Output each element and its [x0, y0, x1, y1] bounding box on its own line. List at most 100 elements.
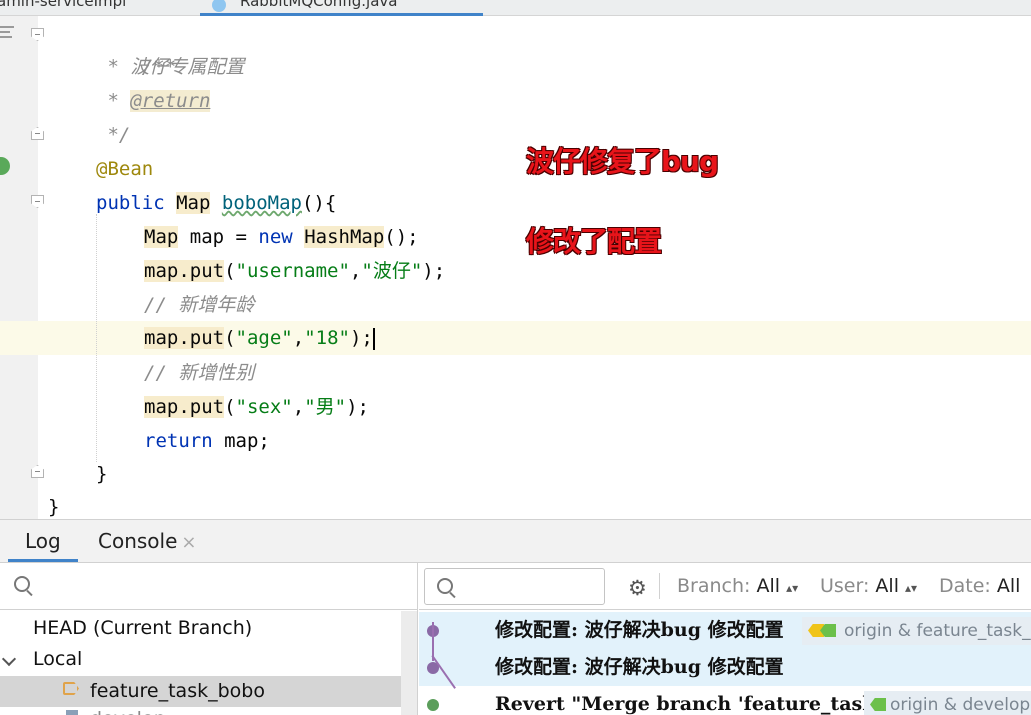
tool-window-tabs: Log Console ×	[0, 519, 1031, 563]
chevron-down-icon[interactable]	[1, 651, 17, 667]
code-editor[interactable]: /** * 波仔专属配置 * @return */ @Bean public M…	[0, 16, 1031, 519]
branches-panel: HEAD (Current Branch) Local feature_task…	[0, 563, 418, 715]
doc-comment-text: 波仔专属配置	[130, 56, 245, 78]
annotation: @Bean	[96, 158, 154, 180]
code-line: // 新增年龄	[144, 288, 254, 322]
code-line: */	[96, 118, 130, 152]
ref-text: origin & feature_task_bobo	[844, 621, 1031, 641]
filter-value: All	[756, 575, 781, 597]
overlay-note: 修改了配置	[526, 225, 662, 258]
code-line: public Map boboMap(){	[96, 186, 336, 220]
tab-service-impl[interactable]: amin-serviceImpl	[0, 0, 126, 14]
date-filter[interactable]: Date: All	[939, 563, 1020, 610]
gear-icon[interactable]: ⚙	[628, 576, 647, 600]
line-comment: // 新增年龄	[144, 294, 255, 316]
branch-search-input[interactable]	[0, 563, 417, 610]
method-call: map.put	[144, 260, 225, 282]
commit-message: 修改配置: 波仔解决bug 修改配置	[495, 619, 784, 641]
keyword: return	[144, 430, 213, 452]
string-literal: "sex"	[235, 396, 293, 418]
code-text: map;	[212, 430, 270, 452]
sort-arrows-icon: ▴▾	[786, 581, 799, 595]
code-line: map.put("sex","男");	[144, 390, 369, 424]
branch-group-local[interactable]: Local	[33, 644, 82, 675]
branch-item[interactable]: develop	[90, 704, 166, 715]
branch-filter[interactable]: Branch: All ▴▾	[677, 563, 798, 612]
search-icon	[437, 578, 453, 594]
line-comment: // 新增性别	[144, 362, 255, 384]
tab-rabbitmq-config[interactable]: RabbitMQConfig.java	[200, 0, 483, 16]
tab-label: RabbitMQConfig.java	[240, 0, 398, 10]
code-line: // 新增性别	[144, 356, 254, 390]
method-call: map.put	[144, 396, 225, 418]
method-name: boboMap	[221, 192, 302, 214]
user-filter[interactable]: User: All ▴▾	[820, 563, 917, 612]
java-class-icon	[212, 0, 226, 12]
code-line: @Bean	[96, 152, 153, 186]
filter-value: All	[875, 575, 899, 597]
commit-row[interactable]: 修改配置: 波仔解决bug 修改配置 origin & feature_task…	[419, 612, 1031, 649]
editor-gutter	[0, 16, 38, 519]
branch-item-head[interactable]: HEAD (Current Branch)	[33, 613, 252, 644]
keyword: new	[258, 226, 293, 248]
search-icon	[14, 576, 30, 592]
closing-brace: }	[48, 496, 60, 518]
scrollbar[interactable]	[401, 611, 417, 715]
code-line: Map map = new HashMap();	[144, 220, 419, 254]
structure-icon[interactable]	[0, 26, 14, 38]
ref-labels: origin & develop	[864, 691, 1031, 715]
punctuation: );	[346, 396, 369, 418]
commit-row[interactable]: 修改配置: 波仔解决bug 修改配置	[419, 649, 1031, 686]
punctuation: ,	[292, 327, 305, 349]
keyword: public	[96, 192, 165, 214]
code-text: map =	[178, 226, 259, 248]
punctuation: ,	[292, 396, 305, 418]
git-log-panel: ⚙ Branch: All ▴▾ User: All ▴▾ Date: All …	[419, 563, 1031, 715]
code-line: map.put("username","波仔");	[144, 254, 445, 288]
type-name: Map	[144, 226, 179, 248]
tab-console[interactable]: Console ×	[98, 520, 197, 562]
tab-label: amin-serviceImpl	[0, 0, 127, 10]
log-filter-bar: ⚙ Branch: All ▴▾ User: All ▴▾ Date: All	[419, 563, 1031, 610]
code-line: return map;	[144, 424, 270, 458]
commit-row[interactable]: Revert "Merge branch 'feature_task_bobo'…	[419, 686, 1031, 715]
doc-comment: *	[96, 56, 131, 78]
commit-message: 修改配置: 波仔解决bug 修改配置	[495, 656, 784, 678]
doc-comment: */	[96, 124, 131, 146]
punctuation: (){	[301, 192, 337, 214]
branch-item-selected[interactable]: feature_task_bobo	[0, 676, 417, 707]
filter-label: Branch:	[677, 575, 751, 597]
closing-brace: }	[96, 463, 108, 485]
log-search-input[interactable]	[424, 568, 605, 605]
punctuation: ,	[349, 260, 362, 282]
string-literal: "age"	[235, 327, 293, 349]
close-icon[interactable]: ×	[181, 532, 196, 553]
spring-bean-icon[interactable]	[0, 157, 10, 175]
tag-icon	[870, 698, 886, 711]
branch-label: feature_task_bobo	[90, 680, 265, 702]
string-literal: "波仔"	[361, 260, 423, 282]
punctuation: (	[224, 396, 236, 418]
string-literal: "18"	[304, 327, 350, 349]
code-line: /**	[96, 16, 176, 78]
ref-labels: origin & feature_task_bobo	[802, 617, 1031, 645]
divider	[659, 573, 660, 599]
punctuation: ();	[384, 226, 419, 248]
tab-log[interactable]: Log	[8, 520, 78, 562]
indent-guide	[96, 214, 97, 462]
sort-arrows-icon: ▴▾	[905, 581, 918, 595]
type-name: Map	[176, 192, 211, 214]
folder-icon	[66, 710, 78, 715]
punctuation: );	[422, 260, 446, 282]
punctuation: );	[349, 327, 373, 349]
filter-label: User:	[820, 575, 870, 597]
code-line: * @return	[96, 84, 211, 118]
filter-label: Date:	[939, 575, 991, 597]
tab-label: Log	[25, 529, 61, 553]
method-call: map.put	[144, 327, 225, 349]
filter-value: All	[996, 575, 1021, 597]
punctuation: (	[224, 327, 236, 349]
type-name: HashMap	[304, 226, 385, 248]
javadoc-return-tag: @return	[130, 90, 211, 112]
string-literal: "男"	[304, 396, 347, 418]
